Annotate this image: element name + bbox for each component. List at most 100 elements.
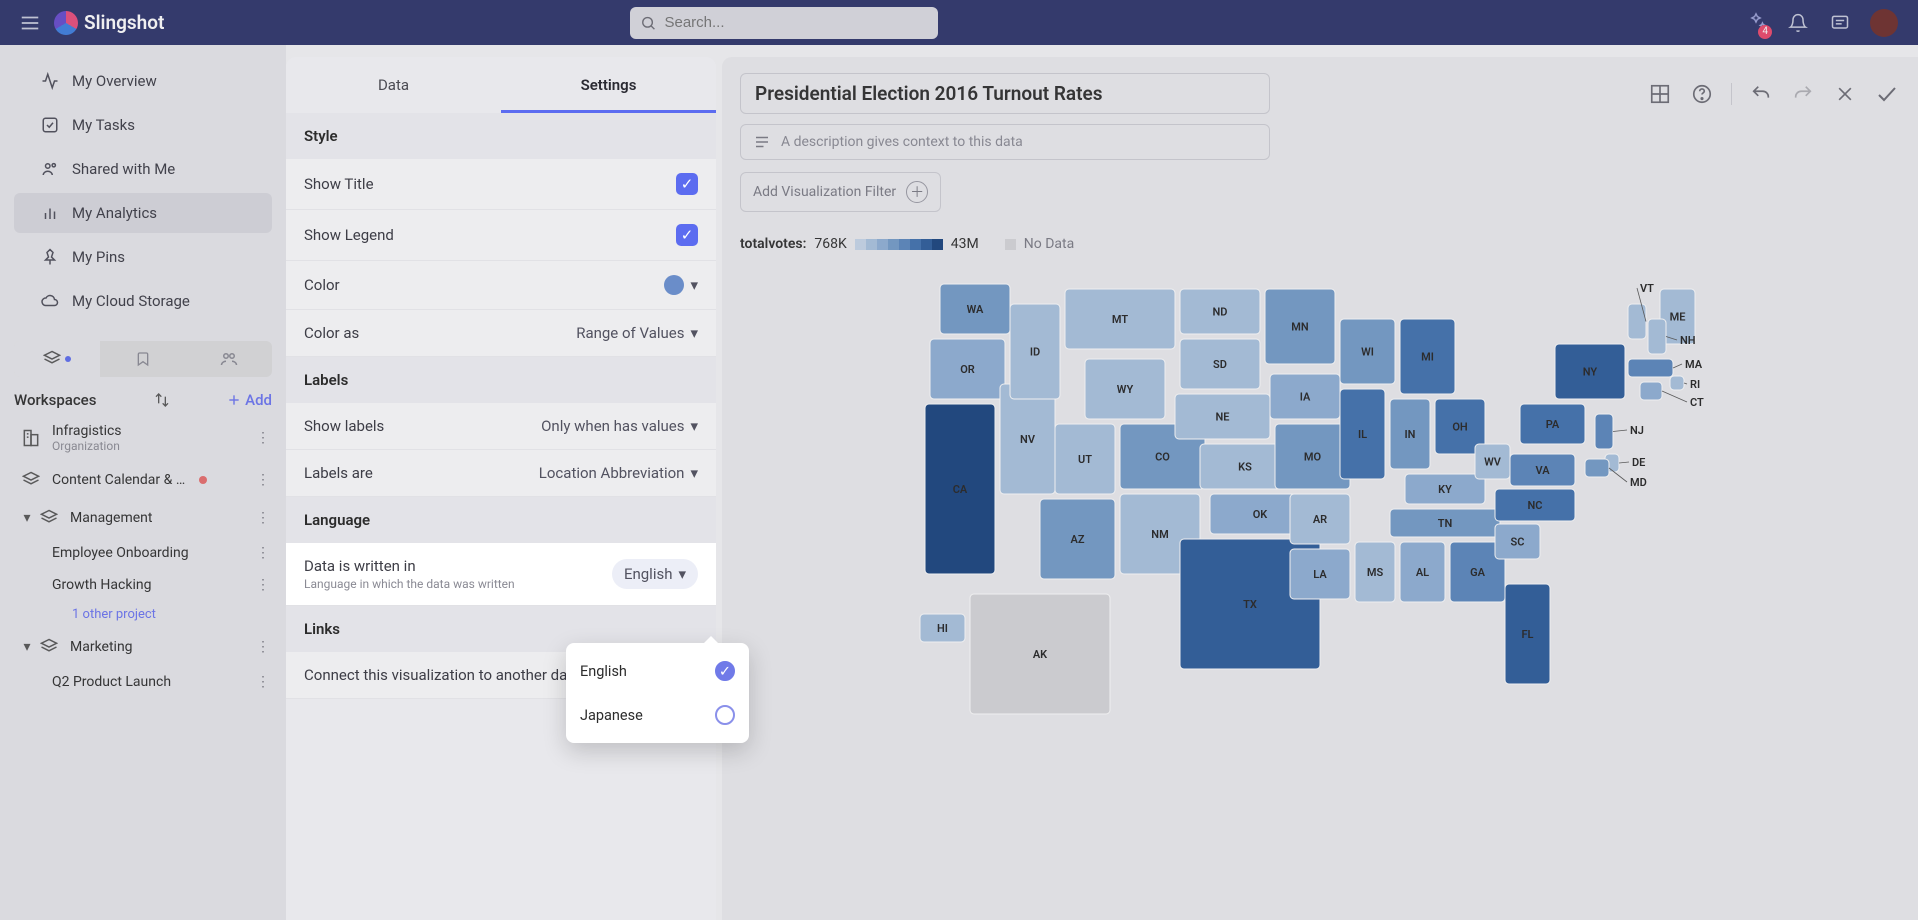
left-sidebar: My Overview My Tasks Shared with Me My A… [0,45,286,920]
sort-icon[interactable] [154,392,170,408]
help-icon[interactable] [1689,81,1715,107]
chevron-down-icon: ▾ [690,464,698,482]
project-q2-launch[interactable]: Q2 Product Launch ⋮ [0,666,286,698]
setting-data-language[interactable]: Data is written in Language in which the… [286,543,716,606]
state-label-mo: MO [1304,451,1322,464]
visualization-canvas: Presidential Election 2016 Turnout Rates… [722,57,1918,920]
state-label-ky: KY [1438,483,1452,496]
workspace-marketing[interactable]: ▾ Marketing ⋮ [0,628,286,666]
state-vt[interactable] [1628,304,1646,339]
setting-show-labels[interactable]: Show labels Only when has values▾ [286,403,716,450]
setting-color-as[interactable]: Color as Range of Values▾ [286,310,716,357]
state-label-nj: NJ [1630,424,1644,437]
workspace-name: Infragistics [52,423,122,439]
state-nj[interactable] [1595,414,1613,449]
user-avatar[interactable] [1870,9,1898,37]
confirm-icon[interactable] [1874,81,1900,107]
nav-label: My Tasks [72,116,135,134]
panel-tab-people[interactable] [186,341,272,377]
viz-legend: totalvotes: 768K 43M No Data [740,236,1900,252]
nav-label: My Analytics [72,204,157,222]
hamburger-icon[interactable] [18,11,42,35]
language-dropdown: English ✓ Japanese [566,643,749,743]
grid-icon[interactable] [1647,81,1673,107]
redo-icon[interactable] [1790,81,1816,107]
project-growth-hacking[interactable]: Growth Hacking ⋮ [0,569,286,601]
setting-value: Only when has values [541,417,684,435]
nav-my-analytics[interactable]: My Analytics [14,193,272,233]
setting-color[interactable]: Color ▾ [286,261,716,310]
workspace-org-infragistics[interactable]: Infragistics Organization ⋮ [0,415,286,461]
nav-my-overview[interactable]: My Overview [14,61,272,101]
state-ri[interactable] [1670,376,1684,390]
close-icon[interactable] [1832,81,1858,107]
global-search[interactable] [630,7,938,39]
legend-field: totalvotes: [740,236,806,252]
chevron-down-icon: ▾ [690,324,698,342]
nav-label: Shared with Me [72,160,175,178]
check-square-icon [40,115,60,135]
search-icon [640,14,656,32]
state-label-wi: WI [1361,346,1374,359]
more-icon[interactable]: ⋮ [250,545,276,561]
nav-my-pins[interactable]: My Pins [14,237,272,277]
workspace-list: Infragistics Organization ⋮ Content Cale… [0,415,286,920]
more-icon[interactable]: ⋮ [250,472,276,488]
more-icon[interactable]: ⋮ [250,577,276,593]
viz-description-input[interactable]: A description gives context to this data [740,124,1270,160]
comments-icon[interactable] [1828,11,1852,35]
lang-option-japanese[interactable]: Japanese [566,693,749,737]
more-icon[interactable]: ⋮ [250,430,276,446]
setting-show-legend[interactable]: Show Legend ✓ [286,210,716,261]
setting-show-title[interactable]: Show Title ✓ [286,159,716,210]
state-label-az: AZ [1071,533,1085,546]
nav-my-cloud-storage[interactable]: My Cloud Storage [14,281,272,321]
project-employee-onboarding[interactable]: Employee Onboarding ⋮ [0,537,286,569]
tab-data[interactable]: Data [286,57,501,113]
state-md[interactable] [1585,459,1609,477]
workspace-content-calendar[interactable]: Content Calendar & … ⋮ [0,461,286,499]
state-label-mi: MI [1421,351,1434,364]
viz-title-input[interactable]: Presidential Election 2016 Turnout Rates [740,73,1270,114]
brand-logo[interactable]: Slingshot [54,11,164,35]
state-nh[interactable] [1648,319,1666,354]
add-filter-button[interactable]: Add Visualization Filter ＋ [740,172,941,212]
more-icon[interactable]: ⋮ [250,674,276,690]
people-icon [220,350,238,368]
panel-tab-layers[interactable] [14,341,100,377]
state-ct[interactable] [1640,382,1662,400]
chevron-down-icon[interactable]: ▾ [20,511,34,525]
search-input[interactable] [664,14,928,31]
checkbox-checked-icon[interactable]: ✓ [676,224,698,246]
state-label-ri: RI [1690,378,1700,391]
nodata-swatch-icon [1005,239,1016,250]
add-filter-label: Add Visualization Filter [753,184,896,200]
checkbox-checked-icon[interactable]: ✓ [676,173,698,195]
tab-indicator-dot [65,356,71,362]
add-workspace-button[interactable]: Add [227,391,272,409]
state-label-mn: MN [1291,321,1309,334]
undo-icon[interactable] [1748,81,1774,107]
state-label-ny: NY [1583,366,1598,379]
workspace-management[interactable]: ▾ Management ⋮ [0,499,286,537]
panel-tab-bookmarks[interactable] [100,341,186,377]
nav-shared-with-me[interactable]: Shared with Me [14,149,272,189]
tab-settings[interactable]: Settings [501,57,716,113]
choropleth-map: WAORCANVIDMTWYUTAZCONMNDSDNEKSOKTXMNIAMO… [740,264,1900,920]
chevron-down-icon: ▾ [690,276,698,294]
nav-my-tasks[interactable]: My Tasks [14,105,272,145]
bell-icon[interactable] [1786,11,1810,35]
state-label-vt: VT [1640,282,1654,295]
state-label-de: DE [1632,456,1645,469]
more-icon[interactable]: ⋮ [250,639,276,655]
plus-icon [227,393,241,407]
state-ma[interactable] [1628,359,1673,377]
setting-labels-are[interactable]: Labels are Location Abbreviation▾ [286,450,716,497]
lang-option-english[interactable]: English ✓ [566,649,749,693]
setting-label: Connect this visualization to another da… [304,666,575,684]
more-projects-link[interactable]: 1 other project [0,601,286,628]
state-label-id: ID [1030,346,1040,359]
assist-icon[interactable]: 4 [1744,11,1768,35]
chevron-down-icon[interactable]: ▾ [20,640,34,654]
more-icon[interactable]: ⋮ [250,510,276,526]
